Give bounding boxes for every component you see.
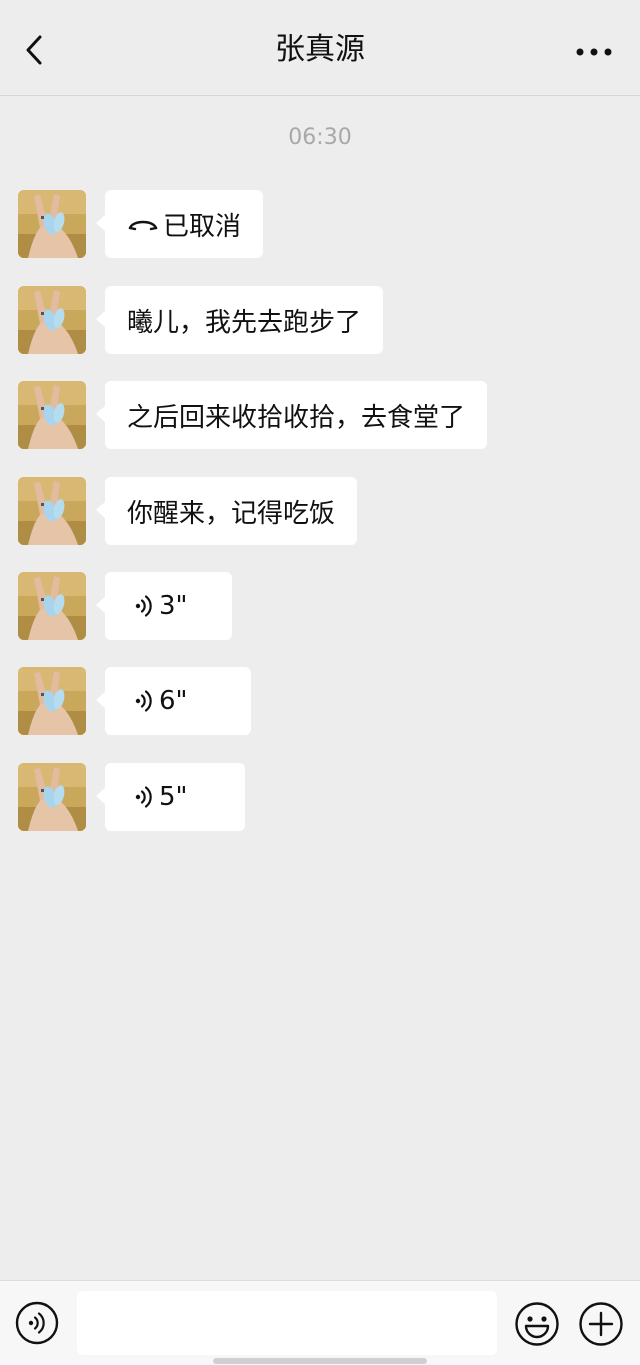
message-input[interactable] [77, 1291, 497, 1355]
message-timestamp: 06:30 [288, 125, 352, 150]
voice-bubble[interactable]: 6" [96, 667, 251, 735]
message-row: 6" [18, 667, 251, 735]
avatar[interactable] [18, 381, 86, 449]
voice-duration: 5" [159, 782, 188, 812]
avatar[interactable] [18, 286, 86, 354]
message-row: 曦儿，我先去跑步了 [18, 286, 384, 354]
avatar[interactable] [18, 572, 86, 640]
text-bubble[interactable]: 曦儿，我先去跑步了 [95, 286, 384, 354]
voice-bubble[interactable]: 3" [96, 572, 232, 640]
text-bubble[interactable]: 你醒来，记得吃饭 [95, 477, 358, 545]
text-bubble[interactable]: 之后回来收拾收拾，去食堂了 [95, 381, 488, 449]
voice-wave-icon [135, 785, 153, 809]
voice-wave-icon [135, 594, 153, 618]
voice-mode-icon[interactable] [15, 1301, 59, 1345]
voice-bubble[interactable]: 5" [96, 763, 245, 831]
avatar[interactable] [18, 477, 86, 545]
chat-title: 张真源 [275, 32, 365, 67]
plus-circle-icon[interactable] [578, 1301, 624, 1347]
voice-wave-icon [135, 689, 153, 713]
chat-header: 张真源 [0, 0, 640, 96]
call-status-text: 已取消 [163, 211, 242, 242]
avatar[interactable] [18, 763, 86, 831]
input-bar [0, 1280, 640, 1365]
ellipsis-icon [576, 48, 612, 56]
message-row: 3" [18, 572, 232, 640]
message-row: 你醒来，记得吃饭 [18, 477, 358, 545]
message-text: 曦儿，我先去跑步了 [127, 307, 362, 338]
smiley-icon[interactable] [514, 1301, 560, 1347]
message-text: 之后回来收拾收拾，去食堂了 [127, 402, 466, 433]
voice-duration: 6" [159, 686, 188, 716]
voice-duration: 3" [159, 591, 188, 621]
message-row: 之后回来收拾收拾，去食堂了 [18, 381, 488, 449]
message-row: 已取消 [18, 190, 264, 258]
message-row: 5" [18, 763, 245, 831]
avatar[interactable] [18, 190, 86, 258]
avatar[interactable] [18, 667, 86, 735]
message-text: 你醒来，记得吃饭 [127, 498, 336, 529]
home-indicator [213, 1358, 427, 1364]
hangup-phone-icon [127, 214, 159, 234]
more-button[interactable] [572, 34, 616, 70]
call-bubble[interactable]: 已取消 [95, 190, 264, 258]
